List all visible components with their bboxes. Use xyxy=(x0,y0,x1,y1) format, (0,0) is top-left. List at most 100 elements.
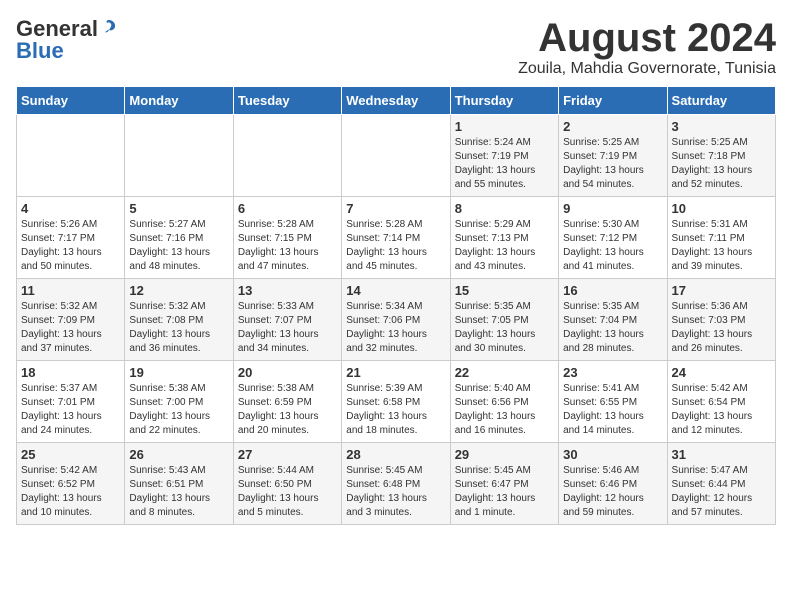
calendar-cell xyxy=(233,115,341,197)
calendar-week-row: 18 Sunrise: 5:37 AM Sunset: 7:01 PM Dayli… xyxy=(17,361,776,443)
day-info: Sunrise: 5:44 AM Sunset: 6:50 PM Dayligh… xyxy=(238,464,337,520)
day-info: Sunrise: 5:26 AM Sunset: 7:17 PM Dayligh… xyxy=(21,218,120,274)
day-number: 24 xyxy=(672,365,771,380)
col-header-friday: Friday xyxy=(559,87,667,115)
calendar-cell: 19 Sunrise: 5:38 AM Sunset: 7:00 PM Dayli… xyxy=(125,361,233,443)
page-header: General Blue August 2024 Zouila, Mahdia … xyxy=(16,16,776,78)
logo-bird-icon xyxy=(100,18,118,36)
day-number: 10 xyxy=(672,201,771,216)
calendar-cell: 22Sunrise: 5:40 AM Sunset: 6:56 PM Dayli… xyxy=(450,361,558,443)
calendar-cell: 21 Sunrise: 5:39 AM Sunset: 6:58 PM Dayli… xyxy=(342,361,450,443)
calendar-cell: 8 Sunrise: 5:29 AM Sunset: 7:13 PM Daylig… xyxy=(450,197,558,279)
day-info: Sunrise: 5:31 AM Sunset: 7:11 PM Dayligh… xyxy=(672,218,771,274)
calendar-header-row: SundayMondayTuesdayWednesdayThursdayFrid… xyxy=(17,87,776,115)
day-info: Sunrise: 5:45 AM Sunset: 6:47 PM Dayligh… xyxy=(455,464,554,520)
day-number: 30 xyxy=(563,447,662,462)
day-number: 2 xyxy=(563,119,662,134)
calendar-cell: 29 Sunrise: 5:45 AM Sunset: 6:47 PM Dayli… xyxy=(450,443,558,525)
day-number: 13 xyxy=(238,283,337,298)
day-info: Sunrise: 5:33 AM Sunset: 7:07 PM Dayligh… xyxy=(238,300,337,356)
calendar-cell: 18 Sunrise: 5:37 AM Sunset: 7:01 PM Dayli… xyxy=(17,361,125,443)
day-number: 15 xyxy=(455,283,554,298)
day-number: 12 xyxy=(129,283,228,298)
day-info: Sunrise: 5:25 AM Sunset: 7:19 PM Dayligh… xyxy=(563,136,662,192)
calendar-week-row: 25 Sunrise: 5:42 AM Sunset: 6:52 PM Dayli… xyxy=(17,443,776,525)
day-number: 31 xyxy=(672,447,771,462)
calendar-cell: 24 Sunrise: 5:42 AM Sunset: 6:54 PM Dayli… xyxy=(667,361,775,443)
day-info: Sunrise: 5:46 AM Sunset: 6:46 PM Dayligh… xyxy=(563,464,662,520)
day-number: 25 xyxy=(21,447,120,462)
col-header-wednesday: Wednesday xyxy=(342,87,450,115)
calendar-cell: 11Sunrise: 5:32 AM Sunset: 7:09 PM Dayli… xyxy=(17,279,125,361)
day-number: 17 xyxy=(672,283,771,298)
day-info: Sunrise: 5:29 AM Sunset: 7:13 PM Dayligh… xyxy=(455,218,554,274)
calendar-cell: 12 Sunrise: 5:32 AM Sunset: 7:08 PM Dayli… xyxy=(125,279,233,361)
day-info: Sunrise: 5:28 AM Sunset: 7:15 PM Dayligh… xyxy=(238,218,337,274)
calendar-cell: 25 Sunrise: 5:42 AM Sunset: 6:52 PM Dayli… xyxy=(17,443,125,525)
day-number: 1 xyxy=(455,119,554,134)
calendar-cell: 7 Sunrise: 5:28 AM Sunset: 7:14 PM Daylig… xyxy=(342,197,450,279)
calendar-cell xyxy=(342,115,450,197)
day-number: 7 xyxy=(346,201,445,216)
day-info: Sunrise: 5:30 AM Sunset: 7:12 PM Dayligh… xyxy=(563,218,662,274)
day-info: Sunrise: 5:38 AM Sunset: 7:00 PM Dayligh… xyxy=(129,382,228,438)
day-number: 11 xyxy=(21,283,120,298)
day-info: Sunrise: 5:47 AM Sunset: 6:44 PM Dayligh… xyxy=(672,464,771,520)
day-number: 20 xyxy=(238,365,337,380)
col-header-tuesday: Tuesday xyxy=(233,87,341,115)
day-info: Sunrise: 5:25 AM Sunset: 7:18 PM Dayligh… xyxy=(672,136,771,192)
day-info: Sunrise: 5:39 AM Sunset: 6:58 PM Dayligh… xyxy=(346,382,445,438)
day-info: Sunrise: 5:35 AM Sunset: 7:05 PM Dayligh… xyxy=(455,300,554,356)
calendar-cell: 26 Sunrise: 5:43 AM Sunset: 6:51 PM Dayli… xyxy=(125,443,233,525)
day-info: Sunrise: 5:37 AM Sunset: 7:01 PM Dayligh… xyxy=(21,382,120,438)
day-info: Sunrise: 5:42 AM Sunset: 6:54 PM Dayligh… xyxy=(672,382,771,438)
calendar-cell: 13 Sunrise: 5:33 AM Sunset: 7:07 PM Dayli… xyxy=(233,279,341,361)
day-number: 26 xyxy=(129,447,228,462)
day-info: Sunrise: 5:28 AM Sunset: 7:14 PM Dayligh… xyxy=(346,218,445,274)
day-number: 3 xyxy=(672,119,771,134)
calendar-cell: 1Sunrise: 5:24 AM Sunset: 7:19 PM Daylig… xyxy=(450,115,558,197)
day-number: 23 xyxy=(563,365,662,380)
day-number: 4 xyxy=(21,201,120,216)
calendar-week-row: 1Sunrise: 5:24 AM Sunset: 7:19 PM Daylig… xyxy=(17,115,776,197)
calendar-cell: 9Sunrise: 5:30 AM Sunset: 7:12 PM Daylig… xyxy=(559,197,667,279)
calendar-cell: 17 Sunrise: 5:36 AM Sunset: 7:03 PM Dayli… xyxy=(667,279,775,361)
day-number: 8 xyxy=(455,201,554,216)
day-info: Sunrise: 5:38 AM Sunset: 6:59 PM Dayligh… xyxy=(238,382,337,438)
calendar-cell: 10 Sunrise: 5:31 AM Sunset: 7:11 PM Dayli… xyxy=(667,197,775,279)
col-header-sunday: Sunday xyxy=(17,87,125,115)
day-number: 28 xyxy=(346,447,445,462)
day-number: 19 xyxy=(129,365,228,380)
col-header-thursday: Thursday xyxy=(450,87,558,115)
day-info: Sunrise: 5:45 AM Sunset: 6:48 PM Dayligh… xyxy=(346,464,445,520)
day-info: Sunrise: 5:32 AM Sunset: 7:08 PM Dayligh… xyxy=(129,300,228,356)
logo: General Blue xyxy=(16,16,118,64)
day-info: Sunrise: 5:42 AM Sunset: 6:52 PM Dayligh… xyxy=(21,464,120,520)
day-info: Sunrise: 5:36 AM Sunset: 7:03 PM Dayligh… xyxy=(672,300,771,356)
day-number: 29 xyxy=(455,447,554,462)
calendar-cell: 23Sunrise: 5:41 AM Sunset: 6:55 PM Dayli… xyxy=(559,361,667,443)
day-number: 27 xyxy=(238,447,337,462)
day-info: Sunrise: 5:35 AM Sunset: 7:04 PM Dayligh… xyxy=(563,300,662,356)
calendar-cell: 30 Sunrise: 5:46 AM Sunset: 6:46 PM Dayli… xyxy=(559,443,667,525)
day-number: 18 xyxy=(21,365,120,380)
day-number: 21 xyxy=(346,365,445,380)
calendar-cell: 4 Sunrise: 5:26 AM Sunset: 7:17 PM Daylig… xyxy=(17,197,125,279)
calendar-cell xyxy=(17,115,125,197)
calendar-cell: 3 Sunrise: 5:25 AM Sunset: 7:18 PM Daylig… xyxy=(667,115,775,197)
col-header-monday: Monday xyxy=(125,87,233,115)
month-title: August 2024 xyxy=(518,16,776,60)
calendar-cell: 14 Sunrise: 5:34 AM Sunset: 7:06 PM Dayli… xyxy=(342,279,450,361)
day-number: 14 xyxy=(346,283,445,298)
calendar-cell: 16 Sunrise: 5:35 AM Sunset: 7:04 PM Dayli… xyxy=(559,279,667,361)
calendar-cell: 27 Sunrise: 5:44 AM Sunset: 6:50 PM Dayli… xyxy=(233,443,341,525)
calendar-table: SundayMondayTuesdayWednesdayThursdayFrid… xyxy=(16,86,776,525)
day-info: Sunrise: 5:43 AM Sunset: 6:51 PM Dayligh… xyxy=(129,464,228,520)
day-number: 5 xyxy=(129,201,228,216)
location-title: Zouila, Mahdia Governorate, Tunisia xyxy=(518,60,776,78)
calendar-cell: 20 Sunrise: 5:38 AM Sunset: 6:59 PM Dayli… xyxy=(233,361,341,443)
day-number: 16 xyxy=(563,283,662,298)
title-block: August 2024 Zouila, Mahdia Governorate, … xyxy=(518,16,776,78)
calendar-week-row: 11Sunrise: 5:32 AM Sunset: 7:09 PM Dayli… xyxy=(17,279,776,361)
day-info: Sunrise: 5:34 AM Sunset: 7:06 PM Dayligh… xyxy=(346,300,445,356)
